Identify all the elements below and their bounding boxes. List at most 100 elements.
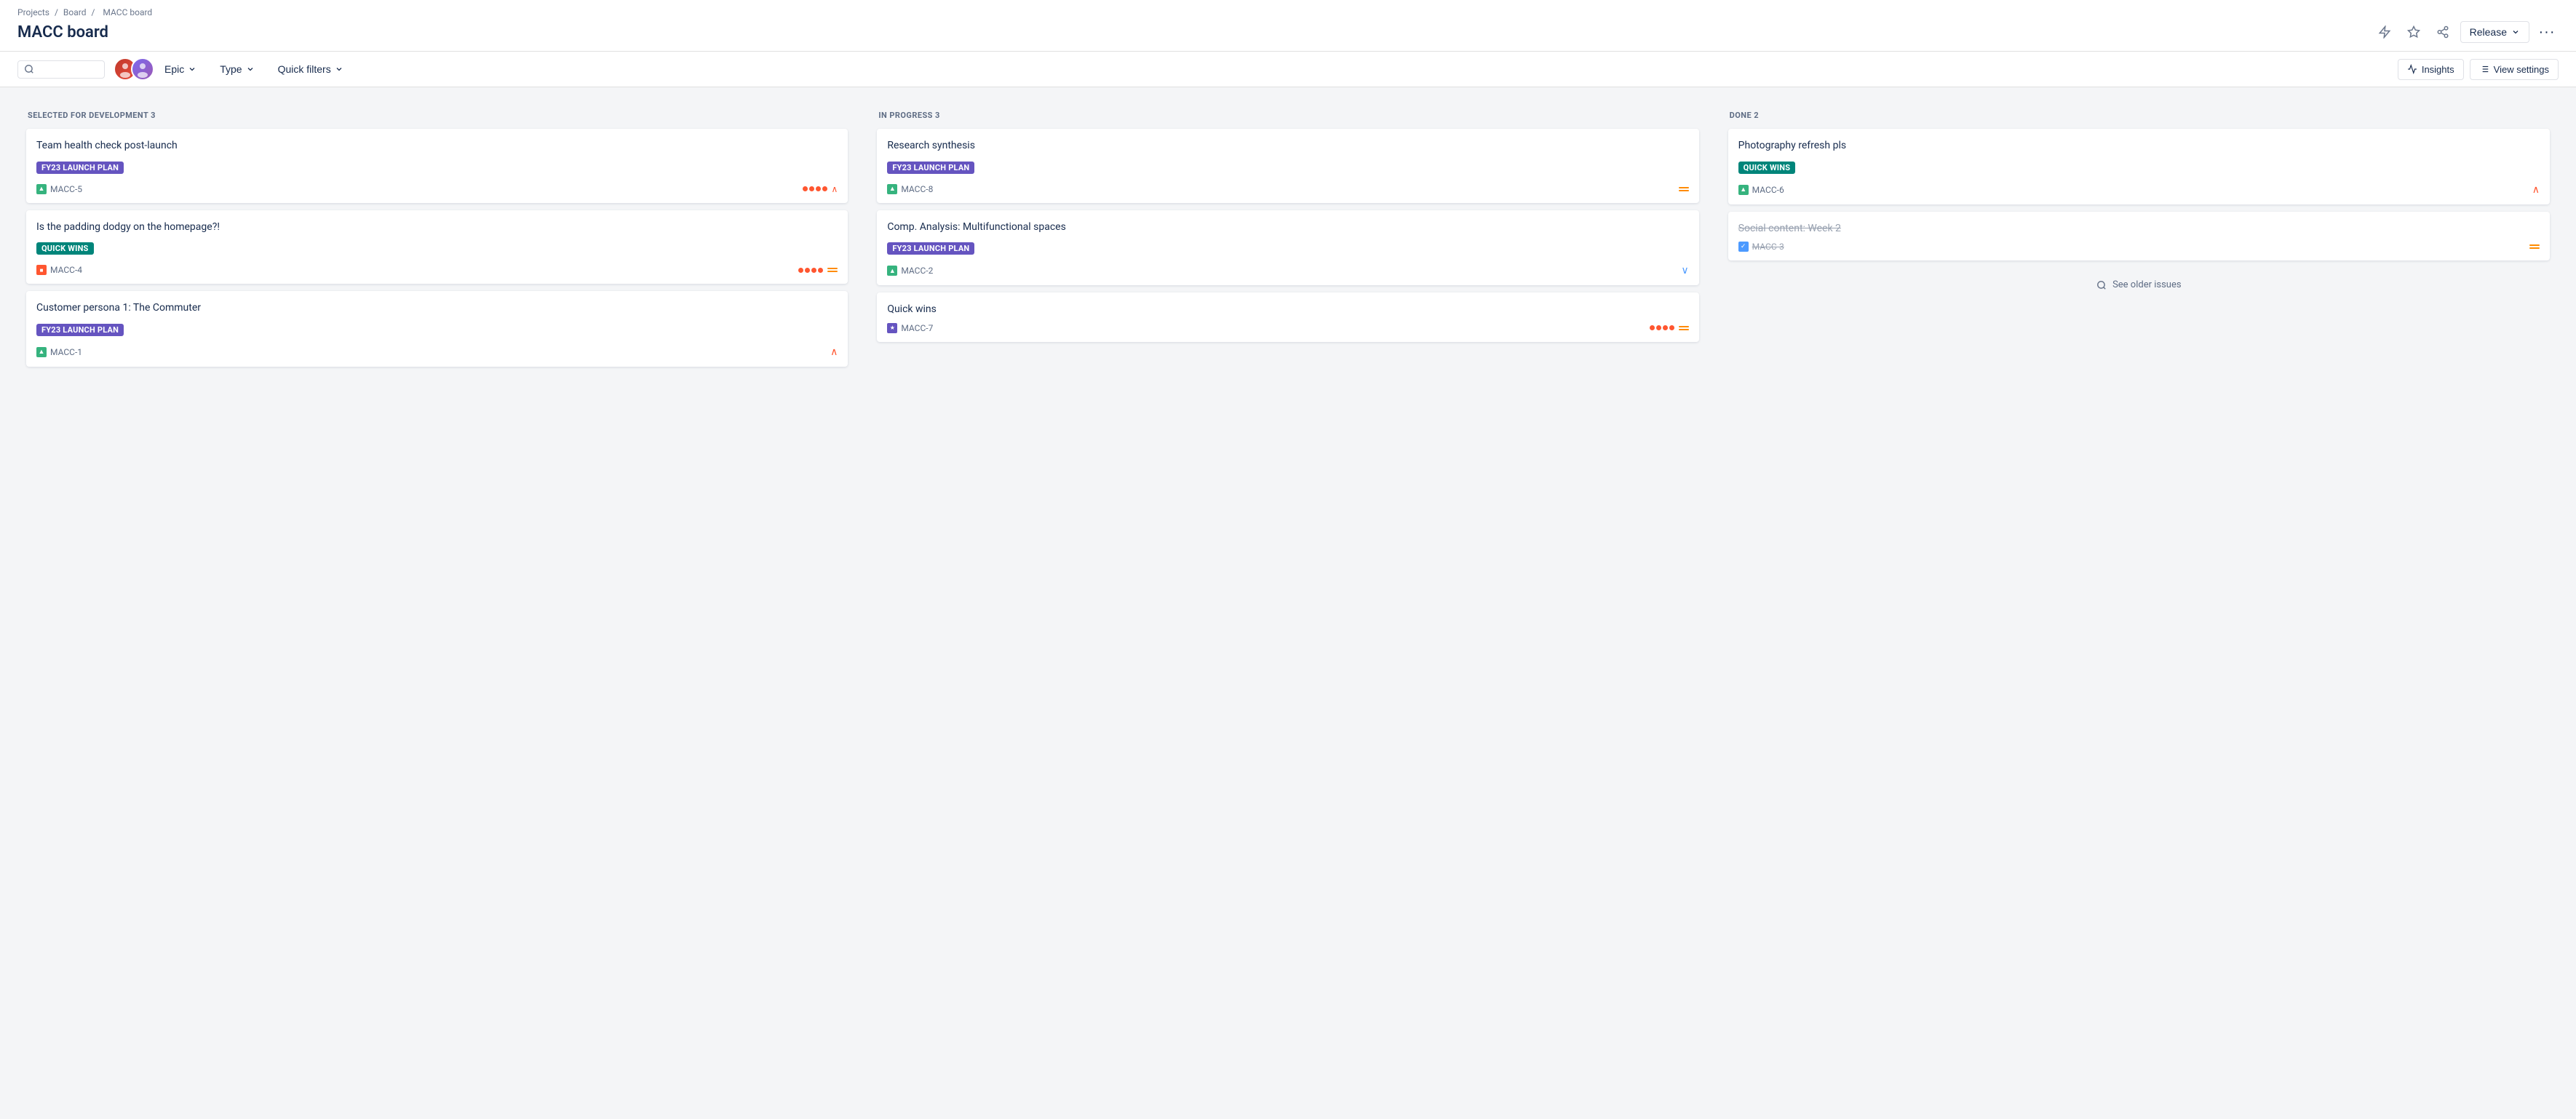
breadcrumb: Projects / Board / MACC board (17, 7, 2559, 17)
chevron-up-icon: ∧ (832, 184, 838, 194)
priority-dots-2 (798, 268, 823, 273)
bug-icon: ■ (36, 265, 47, 275)
type-filter-label: Type (220, 63, 242, 75)
insights-label: Insights (2422, 64, 2454, 75)
priority-dots-3 (1650, 325, 1674, 330)
card-macc2-meta: ∨ (1681, 265, 1688, 276)
card-macc8-title: Research synthesis (887, 139, 1688, 154)
story-icon-3: ▲ (887, 184, 897, 194)
priority-dots (803, 186, 827, 191)
column-inprogress: IN PROGRESS 3 Research synthesis FY23 LA… (868, 102, 1707, 358)
dot-3 (816, 186, 821, 191)
card-macc7-footer: ★ MACC-7 (887, 323, 1688, 333)
more-button[interactable]: ··· (2535, 20, 2559, 44)
chevron-down-icon: ∨ (1681, 265, 1688, 276)
breadcrumb-projects[interactable]: Projects (17, 7, 49, 17)
dot-1 (798, 268, 803, 273)
card-macc1-label: FY23 LAUNCH PLAN (36, 324, 124, 336)
view-settings-icon (2479, 64, 2489, 74)
top-header: Projects / Board / MACC board MACC board (0, 0, 2576, 52)
avatar-2 (131, 57, 154, 81)
search-input[interactable] (34, 64, 92, 75)
dot-4 (822, 186, 827, 191)
card-macc6-label: QUICK WINS (1738, 162, 1796, 174)
card-macc3[interactable]: Social content: Week 2 MACC-3 (1728, 212, 2550, 261)
dot-2 (805, 268, 810, 273)
card-macc6-id: ▲ MACC-6 (1738, 185, 1784, 195)
share-button[interactable] (2431, 20, 2454, 44)
line-1 (827, 268, 838, 269)
breadcrumb-board[interactable]: Board (63, 7, 87, 17)
quick-filters-button[interactable]: Quick filters (271, 59, 351, 79)
dot-2 (1656, 325, 1661, 330)
card-macc5-title: Team health check post-launch (36, 139, 838, 154)
share-icon (2436, 25, 2449, 39)
lines-icon-3 (1679, 326, 1689, 330)
more-icon: ··· (2539, 24, 2556, 41)
toolbar: Epic Type Quick filters Insights View se… (0, 52, 2576, 87)
card-macc2-id: ▲ MACC-2 (887, 266, 933, 276)
view-settings-button[interactable]: View settings (2470, 59, 2559, 80)
search-older-icon (2096, 280, 2107, 290)
line-2 (2529, 247, 2540, 249)
avatar-group (114, 57, 148, 81)
story-icon-5: ▲ (1738, 185, 1749, 195)
card-macc5-meta: ∧ (803, 184, 838, 194)
search-box[interactable] (17, 60, 105, 79)
card-macc7[interactable]: Quick wins ★ MACC-7 (877, 292, 1698, 342)
card-macc4-footer: ■ MACC-4 (36, 265, 838, 275)
column-selected: SELECTED FOR DEVELOPMENT 3 Team health c… (17, 102, 856, 383)
card-macc8[interactable]: Research synthesis FY23 LAUNCH PLAN ▲ MA… (877, 129, 1698, 203)
card-macc7-id: ★ MACC-7 (887, 323, 933, 333)
toolbar-right: Insights View settings (2398, 59, 2559, 80)
chevron-down-icon (2511, 28, 2520, 36)
card-macc3-id: MACC-3 (1738, 242, 1784, 252)
dot-1 (1650, 325, 1655, 330)
dot-4 (1669, 325, 1674, 330)
epic-filter-label: Epic (164, 63, 184, 75)
card-macc8-label: FY23 LAUNCH PLAN (887, 162, 974, 174)
insights-button[interactable]: Insights (2398, 59, 2464, 80)
card-macc3-meta (2529, 244, 2540, 249)
lines-icon-4 (2529, 244, 2540, 249)
release-label: Release (2470, 26, 2507, 38)
breadcrumb-current: MACC board (103, 7, 152, 17)
card-macc5[interactable]: Team health check post-launch FY23 LAUNC… (26, 129, 848, 203)
card-macc1-title: Customer persona 1: The Commuter (36, 301, 838, 316)
see-older-issues[interactable]: See older issues (1728, 268, 2550, 302)
card-macc2-title: Comp. Analysis: Multifunctional spaces (887, 220, 1688, 235)
release-button[interactable]: Release (2460, 21, 2529, 43)
card-macc6-meta: ∧ (2532, 184, 2540, 196)
card-macc3-title: Social content: Week 2 (1738, 222, 2540, 236)
card-macc7-meta (1650, 325, 1689, 330)
star-button[interactable] (2402, 20, 2425, 44)
card-macc2-footer: ▲ MACC-2 ∨ (887, 265, 1688, 276)
card-macc4-id: ■ MACC-4 (36, 265, 82, 275)
lines-icon (827, 268, 838, 272)
card-macc8-footer: ▲ MACC-8 (887, 184, 1688, 194)
see-older-label: See older issues (2112, 279, 2182, 290)
card-macc4-title: Is the padding dodgy on the homepage?! (36, 220, 838, 235)
card-macc8-meta (1679, 187, 1689, 191)
card-macc1-footer: ▲ MACC-1 ∧ (36, 346, 838, 358)
line-1 (2529, 244, 2540, 246)
type-filter-button[interactable]: Type (212, 59, 261, 79)
card-macc4[interactable]: Is the padding dodgy on the homepage?! Q… (26, 210, 848, 284)
lightning-icon (2378, 25, 2391, 39)
card-macc6[interactable]: Photography refresh pls QUICK WINS ▲ MAC… (1728, 129, 2550, 204)
lightning-button[interactable] (2373, 20, 2396, 44)
header-row: MACC board Release (17, 20, 2559, 51)
line-2 (1679, 329, 1689, 330)
lines-icon-2 (1679, 187, 1689, 191)
card-macc5-label: FY23 LAUNCH PLAN (36, 162, 124, 174)
view-settings-label: View settings (2494, 64, 2549, 75)
line-1 (1679, 187, 1689, 188)
epic-filter-button[interactable]: Epic (157, 59, 204, 79)
card-macc2[interactable]: Comp. Analysis: Multifunctional spaces F… (877, 210, 1698, 286)
card-macc1[interactable]: Customer persona 1: The Commuter FY23 LA… (26, 291, 848, 367)
column-done: DONE 2 Photography refresh pls QUICK WIN… (1720, 102, 2559, 311)
story-icon: ▲ (36, 184, 47, 194)
column-selected-header: SELECTED FOR DEVELOPMENT 3 (26, 111, 848, 120)
epic-chevron-icon (188, 65, 196, 73)
card-macc1-id: ▲ MACC-1 (36, 347, 82, 357)
